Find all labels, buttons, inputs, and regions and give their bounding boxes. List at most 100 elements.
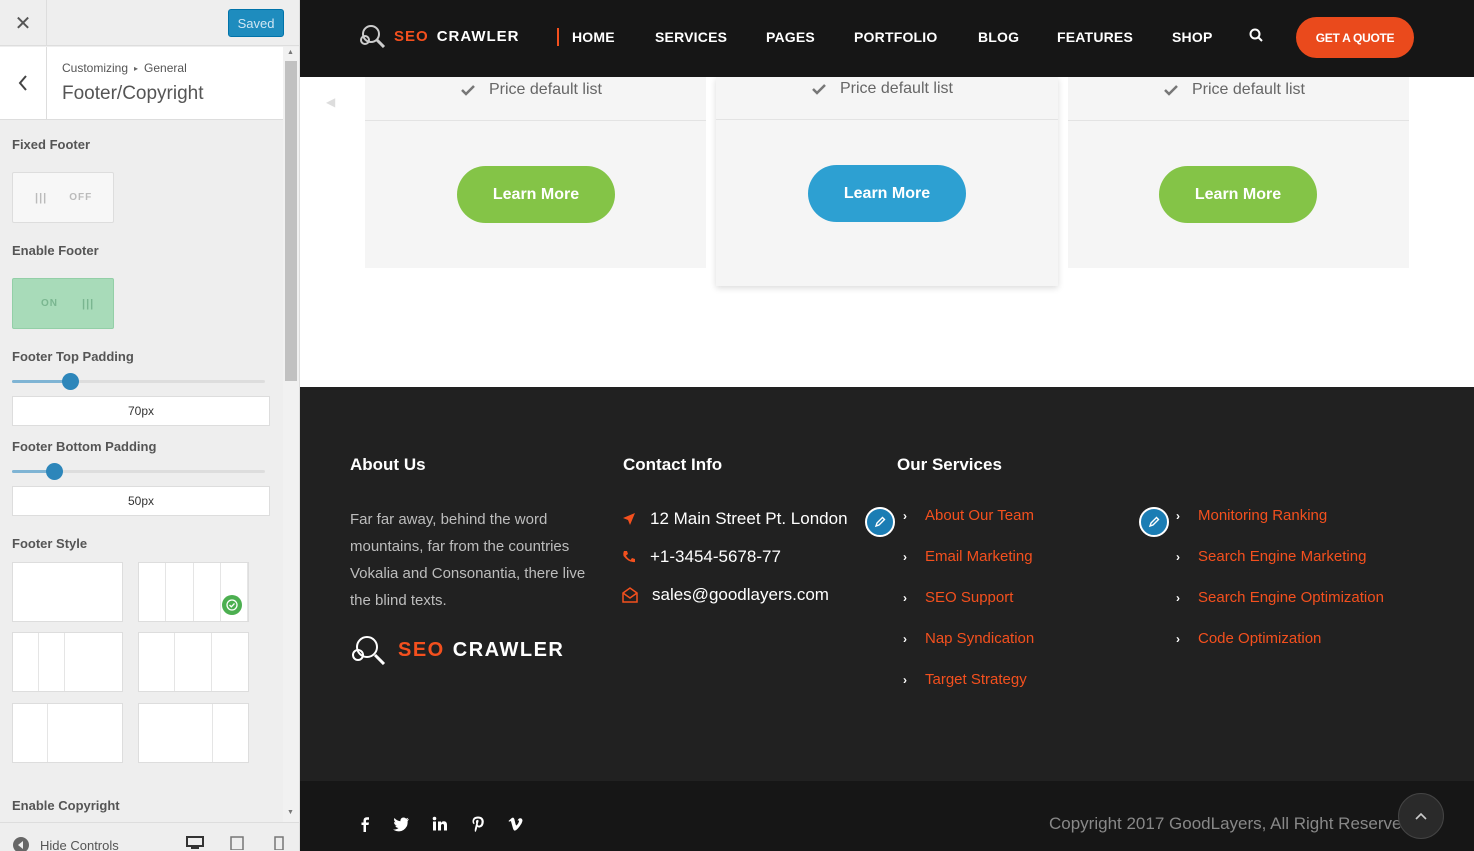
mobile-preview-icon[interactable] [270, 836, 288, 850]
chevron-right-icon: › [903, 590, 907, 605]
chevron-right-icon: › [903, 508, 907, 523]
footer-style-option-1[interactable] [12, 562, 123, 622]
enable-footer-toggle[interactable]: ON ||| [12, 278, 114, 329]
get-a-quote-button[interactable]: GET A QUOTE [1296, 17, 1414, 58]
pencil-icon [874, 516, 886, 528]
collapse-icon [13, 837, 29, 851]
footer-top-padding-input[interactable]: 70px [12, 396, 270, 426]
customizer-header: ✕ Saved [0, 0, 299, 46]
footer-bottom-padding-slider[interactable] [12, 461, 265, 481]
enable-footer-label: Enable Footer [12, 243, 99, 258]
magnifier-gear-logo-icon [360, 25, 386, 48]
nav-home[interactable]: HOME [572, 29, 615, 45]
footer-logo[interactable]: SEO CRAWLER [350, 635, 564, 665]
slider-handle[interactable] [62, 373, 79, 390]
contact-address: 12 Main Street Pt. London [622, 509, 848, 529]
toggle-grip-icon: ||| [82, 297, 95, 310]
close-customizer-button[interactable]: ✕ [0, 0, 47, 46]
slider-handle[interactable] [46, 463, 63, 480]
footer-style-option-2[interactable] [138, 562, 249, 622]
contact-email-text: sales@goodlayers.com [652, 585, 829, 604]
fixed-footer-label: Fixed Footer [12, 137, 91, 152]
pinterest-icon[interactable] [469, 815, 487, 833]
price-item-text: Price default list [1192, 81, 1305, 98]
fixed-footer-toggle[interactable]: ||| OFF [12, 172, 114, 223]
back-to-top-button[interactable] [1398, 793, 1444, 839]
nav-portfolio[interactable]: PORTFOLIO [854, 29, 937, 45]
nav-shop[interactable]: SHOP [1172, 29, 1212, 45]
pricing-card-1: Price default list Learn More [365, 77, 706, 268]
twitter-icon[interactable] [392, 815, 410, 833]
site-logo[interactable]: SEO CRAWLER [358, 24, 520, 48]
check-icon [1164, 85, 1178, 96]
logo-seo-text: SEO [398, 638, 445, 661]
service-link-text: Target Strategy [925, 671, 1027, 688]
nav-blog[interactable]: BLOG [978, 29, 1019, 45]
divider [365, 120, 706, 121]
toggle-grip-icon: ||| [35, 191, 48, 204]
pencil-icon [1148, 516, 1160, 528]
linkedin-icon[interactable] [431, 815, 449, 833]
copyright-text: Copyright 2017 GoodLayers, All Right Res… [1049, 814, 1411, 833]
learn-more-button[interactable]: Learn More [808, 165, 966, 222]
scroll-down-icon[interactable]: ▼ [287, 809, 294, 816]
breadcrumb-separator: ▸ [134, 63, 139, 73]
edit-widget-button[interactable] [1139, 507, 1169, 537]
learn-more-button[interactable]: Learn More [457, 166, 615, 223]
scrollbar-thumb[interactable] [285, 61, 297, 381]
breadcrumb-root: Customizing [62, 61, 129, 75]
saved-button[interactable]: Saved [228, 9, 284, 37]
vimeo-icon[interactable] [507, 815, 525, 833]
learn-more-button[interactable]: Learn More [1159, 166, 1317, 223]
about-us-text: Far far away, behind the word mountains,… [350, 511, 586, 609]
logo-crawler-text: CRAWLER [452, 638, 565, 661]
contact-email[interactable]: sales@goodlayers.com [622, 585, 829, 605]
slider-arrow-icon: ◀ [326, 95, 336, 109]
logo-seo-text: SEO [394, 27, 429, 45]
price-list-item: Price default list [461, 81, 602, 99]
service-link-seo-support[interactable]: › SEO Support [903, 589, 1013, 606]
nav-pages[interactable]: PAGES [766, 29, 815, 45]
service-link-text: Nap Syndication [925, 630, 1035, 647]
scroll-up-icon[interactable]: ▲ [287, 49, 294, 56]
contact-address-text: 12 Main Street Pt. London [650, 509, 848, 528]
section-title: Footer/Copyright [62, 83, 204, 104]
hide-controls-button[interactable]: Hide Controls [12, 836, 119, 851]
customizer-footer: Hide Controls [0, 822, 299, 851]
hide-controls-label: Hide Controls [40, 837, 119, 851]
footer-style-option-5[interactable] [12, 703, 123, 763]
footer-style-label: Footer Style [12, 536, 88, 551]
service-link-nap-syndication[interactable]: › Nap Syndication [903, 630, 1034, 647]
service-link-about-our-team[interactable]: › About Our Team [903, 507, 1034, 524]
service-link-email-marketing[interactable]: › Email Marketing [903, 548, 1033, 565]
service-link-monitoring-ranking[interactable]: › Monitoring Ranking [1176, 507, 1327, 524]
footer-top-padding-label: Footer Top Padding [12, 349, 134, 364]
footer-bottom-padding-input[interactable]: 50px [12, 486, 270, 516]
about-us-heading: About Us [350, 455, 426, 474]
customizer-panel: ✕ Saved Customizing ▸ General Footer/Cop… [0, 0, 300, 851]
service-link-search-engine-optimization[interactable]: › Search Engine Optimization [1176, 589, 1384, 606]
footer-top-padding-slider[interactable] [12, 371, 265, 391]
chevron-left-icon [18, 75, 27, 91]
back-button[interactable] [0, 47, 47, 119]
service-link-search-engine-marketing[interactable]: › Search Engine Marketing [1176, 548, 1366, 565]
breadcrumb-parent: General [144, 61, 187, 75]
footer-style-option-6[interactable] [138, 703, 249, 763]
envelope-open-icon [622, 587, 638, 603]
footer-style-option-4[interactable] [138, 632, 249, 692]
service-link-target-strategy[interactable]: › Target Strategy [903, 671, 1027, 688]
service-link-text: Monitoring Ranking [1198, 507, 1328, 524]
chevron-right-icon: › [1176, 590, 1180, 605]
search-icon[interactable] [1249, 28, 1263, 42]
service-link-code-optimization[interactable]: › Code Optimization [1176, 630, 1321, 647]
nav-features[interactable]: FEATURES [1057, 29, 1133, 45]
service-link-text: Email Marketing [925, 548, 1033, 565]
tablet-preview-icon[interactable] [228, 836, 246, 850]
divider [716, 119, 1058, 120]
footer-style-option-3[interactable] [12, 632, 123, 692]
edit-widget-button[interactable] [865, 507, 895, 537]
customizer-scrollbar[interactable]: ▲ ▼ [283, 47, 299, 822]
facebook-icon[interactable] [356, 815, 374, 833]
desktop-preview-icon[interactable] [186, 836, 204, 850]
nav-services[interactable]: SERVICES [655, 29, 727, 45]
